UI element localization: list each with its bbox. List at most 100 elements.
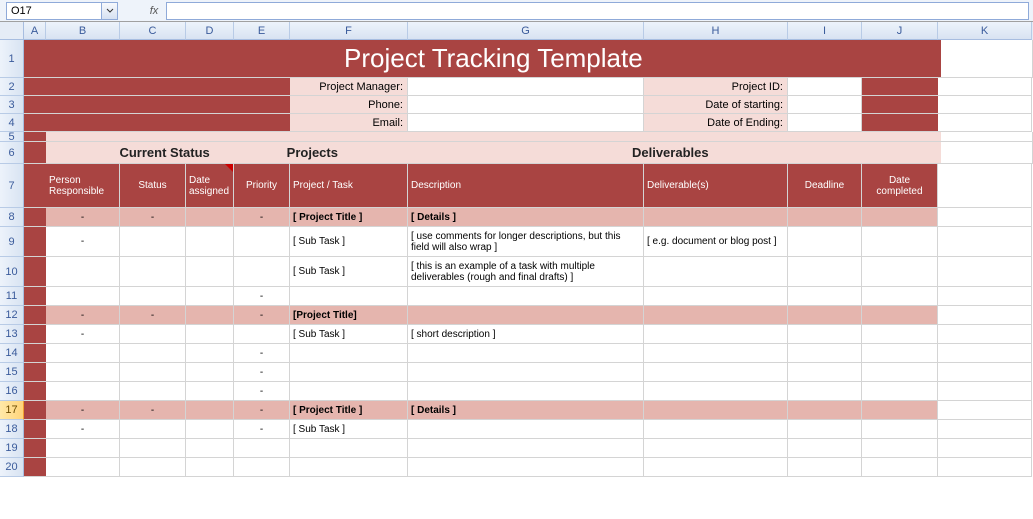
table-cell[interactable] xyxy=(46,257,120,287)
table-cell[interactable] xyxy=(120,257,186,287)
input-project-manager[interactable] xyxy=(408,78,644,96)
col-header-F[interactable]: F xyxy=(290,22,408,40)
input-phone[interactable] xyxy=(408,96,644,114)
title-cell[interactable]: Project Tracking Template xyxy=(46,40,942,78)
table-cell[interactable] xyxy=(862,420,938,439)
row-header-1[interactable]: 1 xyxy=(0,40,24,78)
table-cell[interactable] xyxy=(788,382,862,401)
table-cell[interactable] xyxy=(186,208,234,227)
table-cell[interactable] xyxy=(644,325,788,344)
cell[interactable] xyxy=(938,401,1032,420)
cell[interactable] xyxy=(24,257,46,287)
table-cell[interactable]: [Project Title] xyxy=(290,306,408,325)
table-cell[interactable] xyxy=(788,363,862,382)
row-header-5[interactable]: 5 xyxy=(0,132,24,142)
table-cell[interactable]: - xyxy=(120,401,186,420)
table-cell[interactable]: [ Project Title ] xyxy=(290,208,408,227)
cell[interactable] xyxy=(46,132,942,142)
table-cell[interactable] xyxy=(186,420,234,439)
col-header-A[interactable]: A xyxy=(24,22,46,40)
table-cell[interactable] xyxy=(186,257,234,287)
table-cell[interactable] xyxy=(120,458,186,477)
cell[interactable] xyxy=(938,208,1032,227)
table-cell[interactable] xyxy=(644,287,788,306)
table-cell[interactable] xyxy=(862,306,938,325)
table-cell[interactable] xyxy=(46,287,120,306)
table-cell[interactable]: [ Details ] xyxy=(408,401,644,420)
cell[interactable] xyxy=(938,439,1032,458)
table-cell[interactable]: [ Sub Task ] xyxy=(290,420,408,439)
table-cell[interactable] xyxy=(408,287,644,306)
table-cell[interactable] xyxy=(46,363,120,382)
table-cell[interactable]: [ e.g. document or blog post ] xyxy=(644,227,788,257)
table-cell[interactable] xyxy=(290,287,408,306)
table-cell[interactable]: - xyxy=(234,401,290,420)
cell[interactable] xyxy=(24,420,46,439)
table-cell[interactable] xyxy=(788,420,862,439)
table-cell[interactable] xyxy=(862,227,938,257)
table-cell[interactable] xyxy=(120,382,186,401)
table-cell[interactable] xyxy=(788,439,862,458)
table-cell[interactable] xyxy=(408,439,644,458)
table-cell[interactable] xyxy=(234,257,290,287)
cell[interactable] xyxy=(941,132,1033,142)
row-header-10[interactable]: 10 xyxy=(0,257,24,287)
table-cell[interactable] xyxy=(234,439,290,458)
table-cell[interactable] xyxy=(644,439,788,458)
cell[interactable] xyxy=(24,142,46,164)
table-cell[interactable] xyxy=(186,325,234,344)
table-cell[interactable] xyxy=(186,439,234,458)
cell[interactable] xyxy=(24,208,46,227)
table-cell[interactable]: [ this is an example of a task with mult… xyxy=(408,257,644,287)
cell[interactable] xyxy=(938,287,1032,306)
table-cell[interactable] xyxy=(186,287,234,306)
table-cell[interactable] xyxy=(46,344,120,363)
table-cell[interactable] xyxy=(186,458,234,477)
table-cell[interactable] xyxy=(234,458,290,477)
cell[interactable] xyxy=(24,458,46,477)
col-header-J[interactable]: J xyxy=(862,22,938,40)
row-header-2[interactable]: 2 xyxy=(0,78,24,96)
cell[interactable] xyxy=(24,96,46,114)
table-cell[interactable] xyxy=(408,382,644,401)
cell[interactable] xyxy=(938,96,1032,114)
cell[interactable] xyxy=(938,78,1032,96)
table-cell[interactable] xyxy=(290,363,408,382)
col-header-B[interactable]: B xyxy=(46,22,120,40)
table-cell[interactable] xyxy=(862,363,938,382)
cell[interactable] xyxy=(938,363,1032,382)
table-cell[interactable] xyxy=(788,227,862,257)
row-header-3[interactable]: 3 xyxy=(0,96,24,114)
table-cell[interactable]: - xyxy=(234,287,290,306)
cell[interactable] xyxy=(24,401,46,420)
cell[interactable] xyxy=(938,306,1032,325)
row-header-17[interactable]: 17 xyxy=(0,401,24,420)
table-cell[interactable] xyxy=(862,257,938,287)
table-cell[interactable] xyxy=(120,227,186,257)
cell[interactable] xyxy=(938,325,1032,344)
cell[interactable] xyxy=(24,114,46,132)
table-cell[interactable]: [ Details ] xyxy=(408,208,644,227)
select-all-corner[interactable] xyxy=(0,22,24,40)
table-cell[interactable] xyxy=(788,208,862,227)
table-cell[interactable]: - xyxy=(234,208,290,227)
table-cell[interactable] xyxy=(290,439,408,458)
cell[interactable] xyxy=(24,344,46,363)
table-cell[interactable] xyxy=(644,382,788,401)
table-cell[interactable]: [ Project Title ] xyxy=(290,401,408,420)
table-cell[interactable] xyxy=(120,344,186,363)
table-cell[interactable]: - xyxy=(120,306,186,325)
table-cell[interactable] xyxy=(186,227,234,257)
table-cell[interactable] xyxy=(644,363,788,382)
cell[interactable] xyxy=(938,344,1032,363)
cell[interactable] xyxy=(46,96,290,114)
table-cell[interactable] xyxy=(290,344,408,363)
table-cell[interactable] xyxy=(46,382,120,401)
table-cell[interactable]: - xyxy=(234,420,290,439)
cell[interactable] xyxy=(24,363,46,382)
table-cell[interactable]: - xyxy=(46,325,120,344)
table-cell[interactable] xyxy=(46,439,120,458)
table-cell[interactable] xyxy=(862,344,938,363)
cell[interactable] xyxy=(24,164,46,208)
table-cell[interactable]: [ Sub Task ] xyxy=(290,227,408,257)
